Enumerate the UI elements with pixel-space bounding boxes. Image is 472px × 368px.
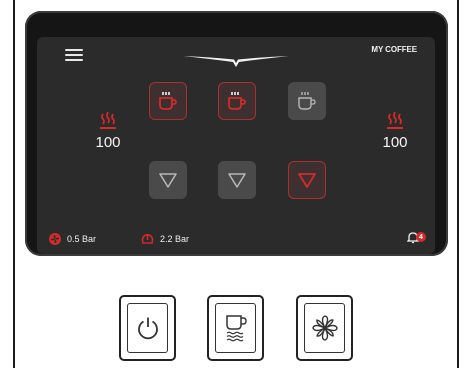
- heating-element-icon: [387, 111, 403, 129]
- pump-pressure-status: 2.2 Bar: [141, 233, 189, 245]
- triangle-down-icon: [228, 173, 246, 188]
- notifications-button[interactable]: 4: [406, 231, 426, 249]
- power-icon: [137, 317, 158, 340]
- cup-warmer-button[interactable]: [207, 295, 264, 361]
- pump-pressure-value: 2.2 Bar: [160, 234, 190, 244]
- notification-badge: 4: [416, 232, 426, 242]
- pressure-gauge-icon: [141, 234, 154, 244]
- right-boiler[interactable]: 100: [370, 111, 420, 151]
- triangle-down-icon: [159, 173, 177, 188]
- fan-pressure-status: 0.5 Bar: [49, 233, 96, 245]
- coffee-group-2-button[interactable]: [218, 82, 256, 120]
- power-button[interactable]: [119, 295, 176, 361]
- fan-button[interactable]: [296, 295, 353, 361]
- coffee-group-1-button[interactable]: [149, 82, 187, 120]
- fan-icon: [311, 315, 338, 341]
- cup-warmer-icon: [225, 315, 247, 342]
- fan-icon: [49, 233, 61, 245]
- heating-element-icon: [100, 111, 116, 129]
- filter-1-button[interactable]: [149, 161, 187, 199]
- status-bar: 0.5 Bar 2.2 Bar 4: [37, 226, 435, 254]
- coffee-cup-steam-icon: [298, 92, 316, 110]
- filter-3-button[interactable]: [288, 161, 326, 199]
- left-boiler[interactable]: 100: [83, 111, 133, 151]
- menu-icon[interactable]: [65, 49, 83, 61]
- filter-2-button[interactable]: [218, 161, 256, 199]
- touch-screen: MY COFFEE 100 100 0.5 Bar 2.2 Bar 4: [37, 37, 435, 254]
- fan-pressure-value: 0.5 Bar: [67, 234, 97, 244]
- left-boiler-temperature: 100: [95, 134, 121, 151]
- coffee-cup-steam-icon: [159, 92, 177, 110]
- brand-logo: [183, 56, 289, 67]
- triangle-down-icon: [298, 173, 316, 188]
- coffee-cup-steam-icon: [228, 92, 246, 110]
- page-title: MY COFFEE: [371, 45, 417, 54]
- coffee-group-3-button[interactable]: [288, 82, 326, 120]
- right-boiler-temperature: 100: [382, 134, 408, 151]
